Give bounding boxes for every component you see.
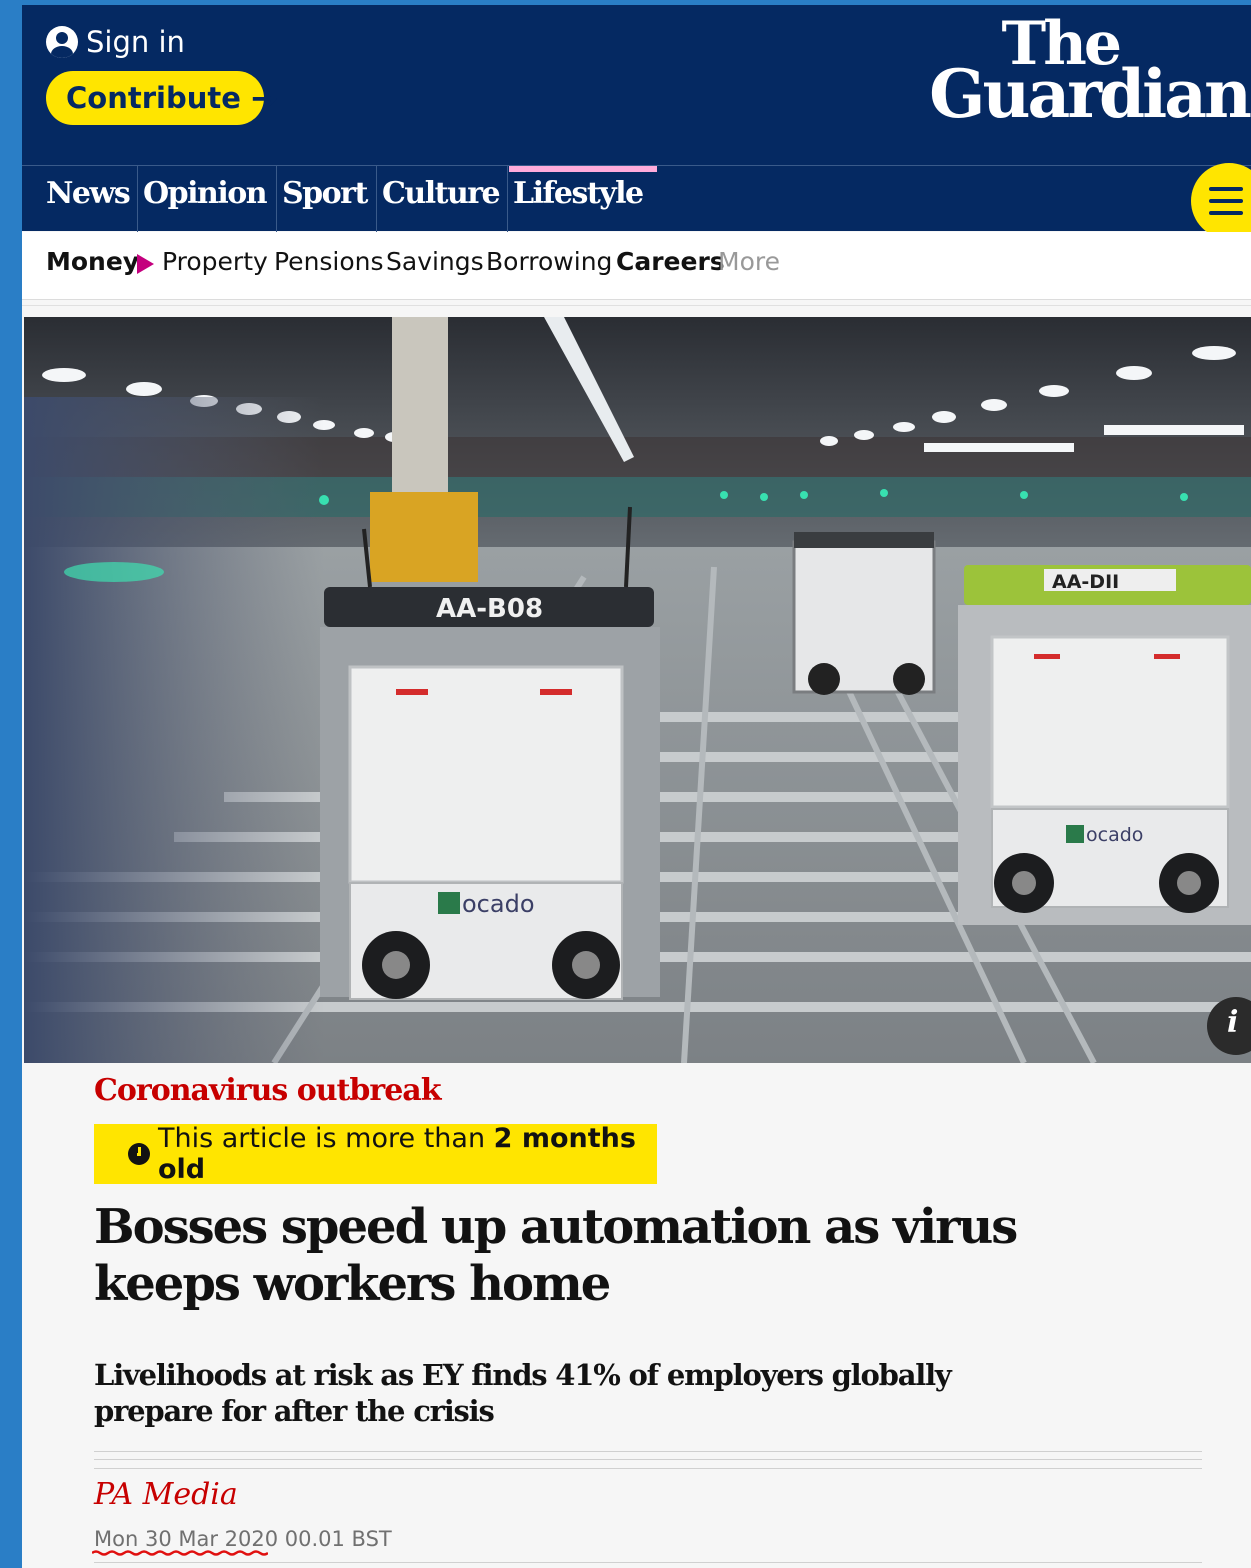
subnav-item-money[interactable]: Money bbox=[46, 247, 139, 276]
user-icon bbox=[46, 26, 78, 58]
age-warning-text: This article is more than 2 months old bbox=[158, 1123, 657, 1185]
logo-line-2: Guardian bbox=[929, 55, 1251, 133]
subnav-item-careers[interactable]: Careers bbox=[616, 247, 725, 276]
masthead: Sign in Contribute → The Guardian bbox=[22, 5, 1251, 165]
nav-item-opinion[interactable]: Opinion bbox=[139, 166, 277, 232]
age-prefix: This article is more than bbox=[158, 1123, 494, 1154]
subnav-item-property[interactable]: Property bbox=[162, 247, 268, 276]
nav-item-culture[interactable]: Culture bbox=[378, 166, 508, 232]
divider bbox=[94, 1562, 1202, 1563]
article-standfirst: Livelihoods at risk as EY finds 41% of e… bbox=[94, 1358, 952, 1428]
red-squiggle-underline bbox=[92, 1550, 268, 1556]
subnav-item-pensions[interactable]: Pensions bbox=[274, 247, 384, 276]
contribute-button[interactable]: Contribute → bbox=[46, 71, 278, 125]
contribute-label: Contribute bbox=[66, 81, 241, 115]
info-icon: i bbox=[1227, 1005, 1239, 1040]
subnav-item-more[interactable]: More bbox=[718, 247, 780, 276]
nav-item-news[interactable]: News bbox=[22, 166, 138, 232]
page-frame: Sign in Contribute → The Guardian News O… bbox=[22, 5, 1251, 1568]
subnav-item-savings[interactable]: Savings bbox=[386, 247, 484, 276]
robot-left-label: AA-B08 bbox=[436, 594, 543, 624]
section-kicker[interactable]: Coronavirus outbreak bbox=[94, 1073, 442, 1108]
nav-item-lifestyle[interactable]: Lifestyle bbox=[509, 166, 657, 232]
hero-image[interactable]: AA-B08 ocado AA-DII ocado bbox=[24, 317, 1251, 1063]
secondary-nav: Money Property Pensions Savings Borrowin… bbox=[22, 232, 1251, 300]
byline[interactable]: PA Media bbox=[94, 1477, 238, 1512]
divider bbox=[22, 305, 1251, 306]
sign-in-label: Sign in bbox=[86, 25, 185, 59]
guardian-logo[interactable]: The Guardian bbox=[929, 14, 1251, 133]
subnav-item-borrowing[interactable]: Borrowing bbox=[486, 247, 612, 276]
hamburger-icon-bar bbox=[1209, 199, 1243, 203]
triangle-right-icon bbox=[137, 254, 154, 274]
hamburger-icon-bar bbox=[1209, 187, 1243, 191]
primary-nav: News Opinion Sport Culture Lifestyle bbox=[22, 165, 1251, 232]
arrow-right-icon: → bbox=[250, 79, 278, 117]
warehouse-robots-photo: AA-B08 ocado AA-DII ocado bbox=[24, 317, 1251, 1063]
nav-item-sport[interactable]: Sport bbox=[278, 166, 377, 232]
publication-date: Mon 30 Mar 2020 00.01 BST bbox=[94, 1527, 392, 1551]
robot-left-brand: ocado bbox=[462, 890, 535, 918]
clock-icon bbox=[128, 1143, 150, 1165]
robot-right-brand: ocado bbox=[1086, 824, 1143, 846]
sign-in-link[interactable]: Sign in bbox=[46, 25, 185, 59]
article-headline: Bosses speed up automation as virus keep… bbox=[94, 1199, 1018, 1312]
article-age-warning: This article is more than 2 months old bbox=[94, 1123, 657, 1185]
robot-right-label: AA-DII bbox=[1052, 571, 1119, 593]
divider bbox=[94, 1451, 1202, 1469]
hamburger-icon-bar bbox=[1209, 211, 1243, 215]
